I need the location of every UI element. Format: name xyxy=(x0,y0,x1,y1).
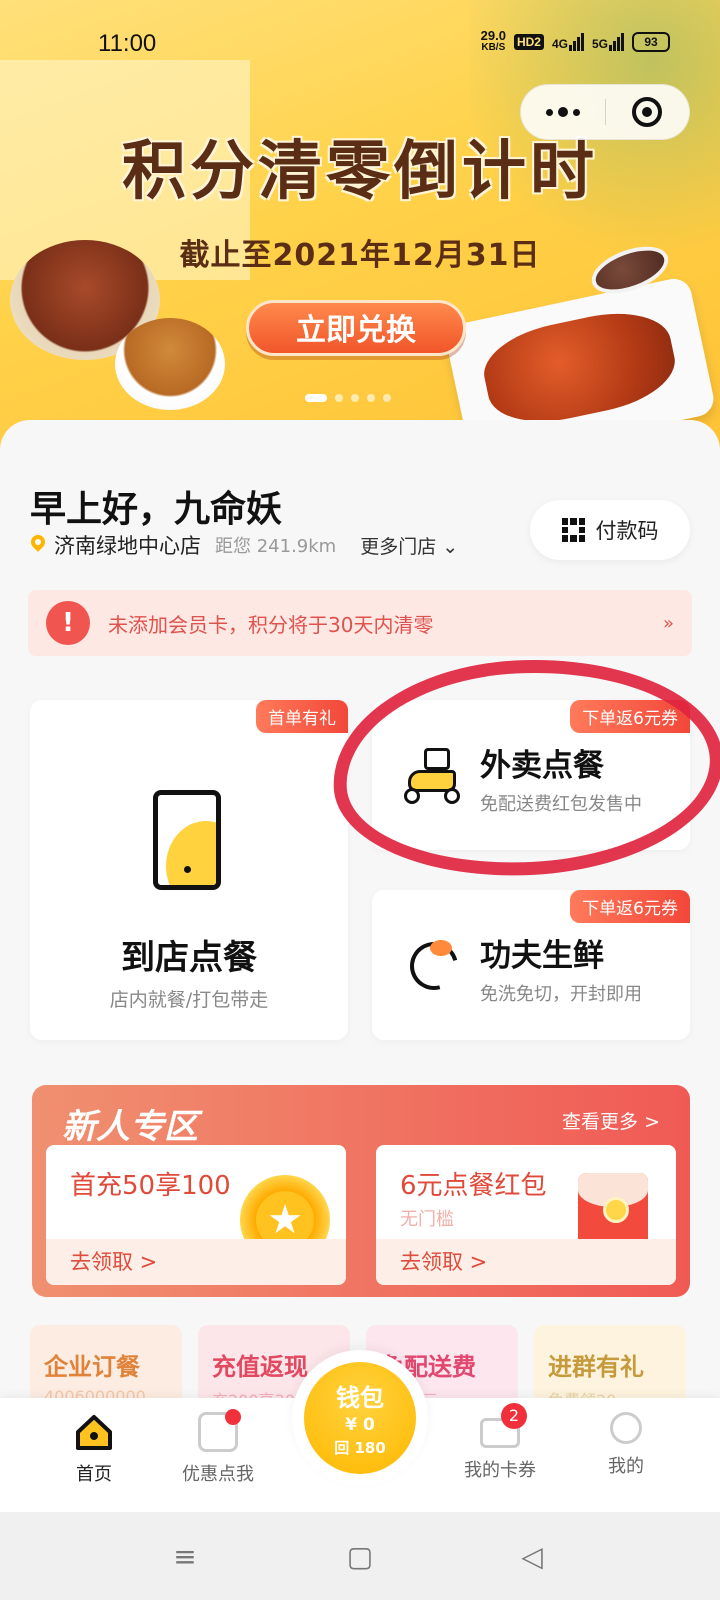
new-user-zone: 新人专区 查看更多 > 首充50享100 去领取 > 6元点餐红包 无门槛 去领… xyxy=(32,1085,690,1297)
first-order-tag: 首单有礼 xyxy=(256,700,348,733)
banner-dot xyxy=(335,394,343,402)
offer-subtitle: 无门槛 xyxy=(400,1209,454,1230)
system-navigation-bar: ≡ ▢ ◁ xyxy=(0,1512,720,1600)
shrimp-icon xyxy=(401,933,467,999)
status-icons: 29.0 KB/S HD2 4G 5G 93 xyxy=(480,28,670,54)
wallet-points: 回 180 xyxy=(304,1437,416,1458)
store-location: 济南绿地中心店 距您 241.9km 更多门店 ⌄ xyxy=(30,530,458,560)
banner-dot xyxy=(305,394,327,402)
unread-dot xyxy=(225,1409,241,1425)
tab-me-label: 我的 xyxy=(608,1456,644,1477)
dine-in-title: 到店点餐 xyxy=(121,938,257,978)
more-options-icon[interactable] xyxy=(521,84,605,140)
menu-icon[interactable]: ≡ xyxy=(165,1542,205,1572)
tab-deals-label: 优惠点我 xyxy=(182,1464,254,1485)
payment-code-label: 付款码 xyxy=(595,519,659,543)
notice-text: 未添加会员卡，积分将于30天内清零 xyxy=(108,612,434,637)
home-icon xyxy=(74,1412,114,1452)
view-more-link[interactable]: 查看更多 > xyxy=(562,1107,660,1134)
dine-in-subtitle: 店内就餐/打包带走 xyxy=(109,989,269,1011)
claim-button[interactable]: 去领取 > xyxy=(46,1239,346,1285)
payment-code-button[interactable]: 付款码 xyxy=(530,500,690,560)
quick-entry-title: 充值返现 xyxy=(212,1353,308,1381)
speed-unit: KB/S xyxy=(481,42,506,53)
phone-icon xyxy=(153,790,221,890)
signal-5g-icon: 5G xyxy=(592,33,624,51)
wallet-balance: ¥ 0 xyxy=(345,1415,375,1435)
banner-dot xyxy=(367,394,375,402)
chevron-down-icon: ⌄ xyxy=(442,535,459,558)
banner-dot xyxy=(351,394,359,402)
offer-title: 6元点餐红包 xyxy=(400,1171,547,1201)
close-miniprogram-icon[interactable] xyxy=(606,84,690,140)
warning-icon: ! xyxy=(46,601,90,645)
banner-pagination xyxy=(305,394,391,402)
tab-home[interactable]: 首页 xyxy=(34,1412,154,1486)
store-distance: 距您 241.9km xyxy=(215,536,337,557)
net-label-4g: 4G xyxy=(551,37,568,51)
fresh-food-subtitle: 免洗免切，开封即用 xyxy=(480,984,642,1005)
new-user-zone-title: 新人专区 xyxy=(62,1107,198,1147)
claim-button[interactable]: 去领取 > xyxy=(376,1239,676,1285)
current-store[interactable]: 济南绿地中心店 xyxy=(54,530,201,560)
profile-icon xyxy=(610,1412,642,1444)
wallet-button[interactable]: 钱包 ¥ 0 回 180 xyxy=(304,1362,416,1474)
dine-in-card[interactable]: 首单有礼 到店点餐 店内就餐/打包带走 xyxy=(30,700,348,1040)
tab-my-coupons[interactable]: 2 我的卡券 xyxy=(440,1403,560,1482)
quick-entry-title: 企业订餐 xyxy=(44,1353,140,1381)
coupon-count-badge: 2 xyxy=(501,1403,527,1429)
qr-code-icon xyxy=(561,518,586,542)
status-bar: 11:00 29.0 KB/S HD2 4G 5G 93 xyxy=(0,0,720,86)
recharge-offer-card[interactable]: 首充50享100 去领取 > xyxy=(46,1145,346,1285)
tab-my-coupons-label: 我的卡券 xyxy=(464,1460,536,1481)
wallet-label: 钱包 xyxy=(336,1384,384,1412)
coupon-bag-icon xyxy=(198,1409,241,1452)
speed-value: 29.0 xyxy=(480,28,506,43)
soup-cup-image xyxy=(115,318,225,410)
tab-deals[interactable]: 优惠点我 xyxy=(158,1409,278,1486)
hd-voice-icon: HD2 xyxy=(513,34,544,50)
back-icon[interactable]: ◁ xyxy=(512,1542,552,1572)
status-time: 11:00 xyxy=(98,30,157,57)
tab-home-label: 首页 xyxy=(76,1464,112,1485)
miniprogram-capsule xyxy=(520,84,690,140)
fresh-food-card[interactable]: 下单返6元券 功夫生鲜 免洗免切，开封即用 xyxy=(372,890,690,1040)
quick-entry-title: 进群有礼 xyxy=(548,1353,644,1381)
banner-dot xyxy=(383,394,391,402)
more-stores-label: 更多门店 xyxy=(360,535,437,558)
red-packet-offer-card[interactable]: 6元点餐红包 无门槛 去领取 > xyxy=(376,1145,676,1285)
offer-title: 首充50享100 xyxy=(70,1171,231,1201)
membership-notice[interactable]: ! 未添加会员卡，积分将于30天内清零 » xyxy=(28,590,692,656)
points-value: 180 xyxy=(354,1439,386,1457)
network-speed: 29.0 KB/S xyxy=(480,28,506,54)
home-button-icon[interactable]: ▢ xyxy=(340,1542,380,1572)
battery-icon: 93 xyxy=(632,32,670,52)
ticket-icon: 2 xyxy=(480,1403,527,1448)
cashback-tag: 下单返6元券 xyxy=(570,890,690,923)
signal-4g-icon: 4G xyxy=(552,33,584,51)
double-chevron-right-icon: » xyxy=(662,612,674,634)
net-label-5g: 5G xyxy=(591,37,608,51)
banner-subline: 截止至2021年12月31日 xyxy=(179,238,541,273)
greeting-text: 早上好，九命妖 xyxy=(30,489,283,530)
points-icon: 回 xyxy=(334,1439,355,1457)
location-pin-icon xyxy=(30,535,46,555)
fresh-food-title: 功夫生鲜 xyxy=(480,938,604,974)
tab-me[interactable]: 我的 xyxy=(566,1412,686,1478)
redeem-now-button[interactable]: 立即兑换 xyxy=(246,300,466,356)
more-stores-link[interactable]: 更多门店 ⌄ xyxy=(360,532,458,559)
